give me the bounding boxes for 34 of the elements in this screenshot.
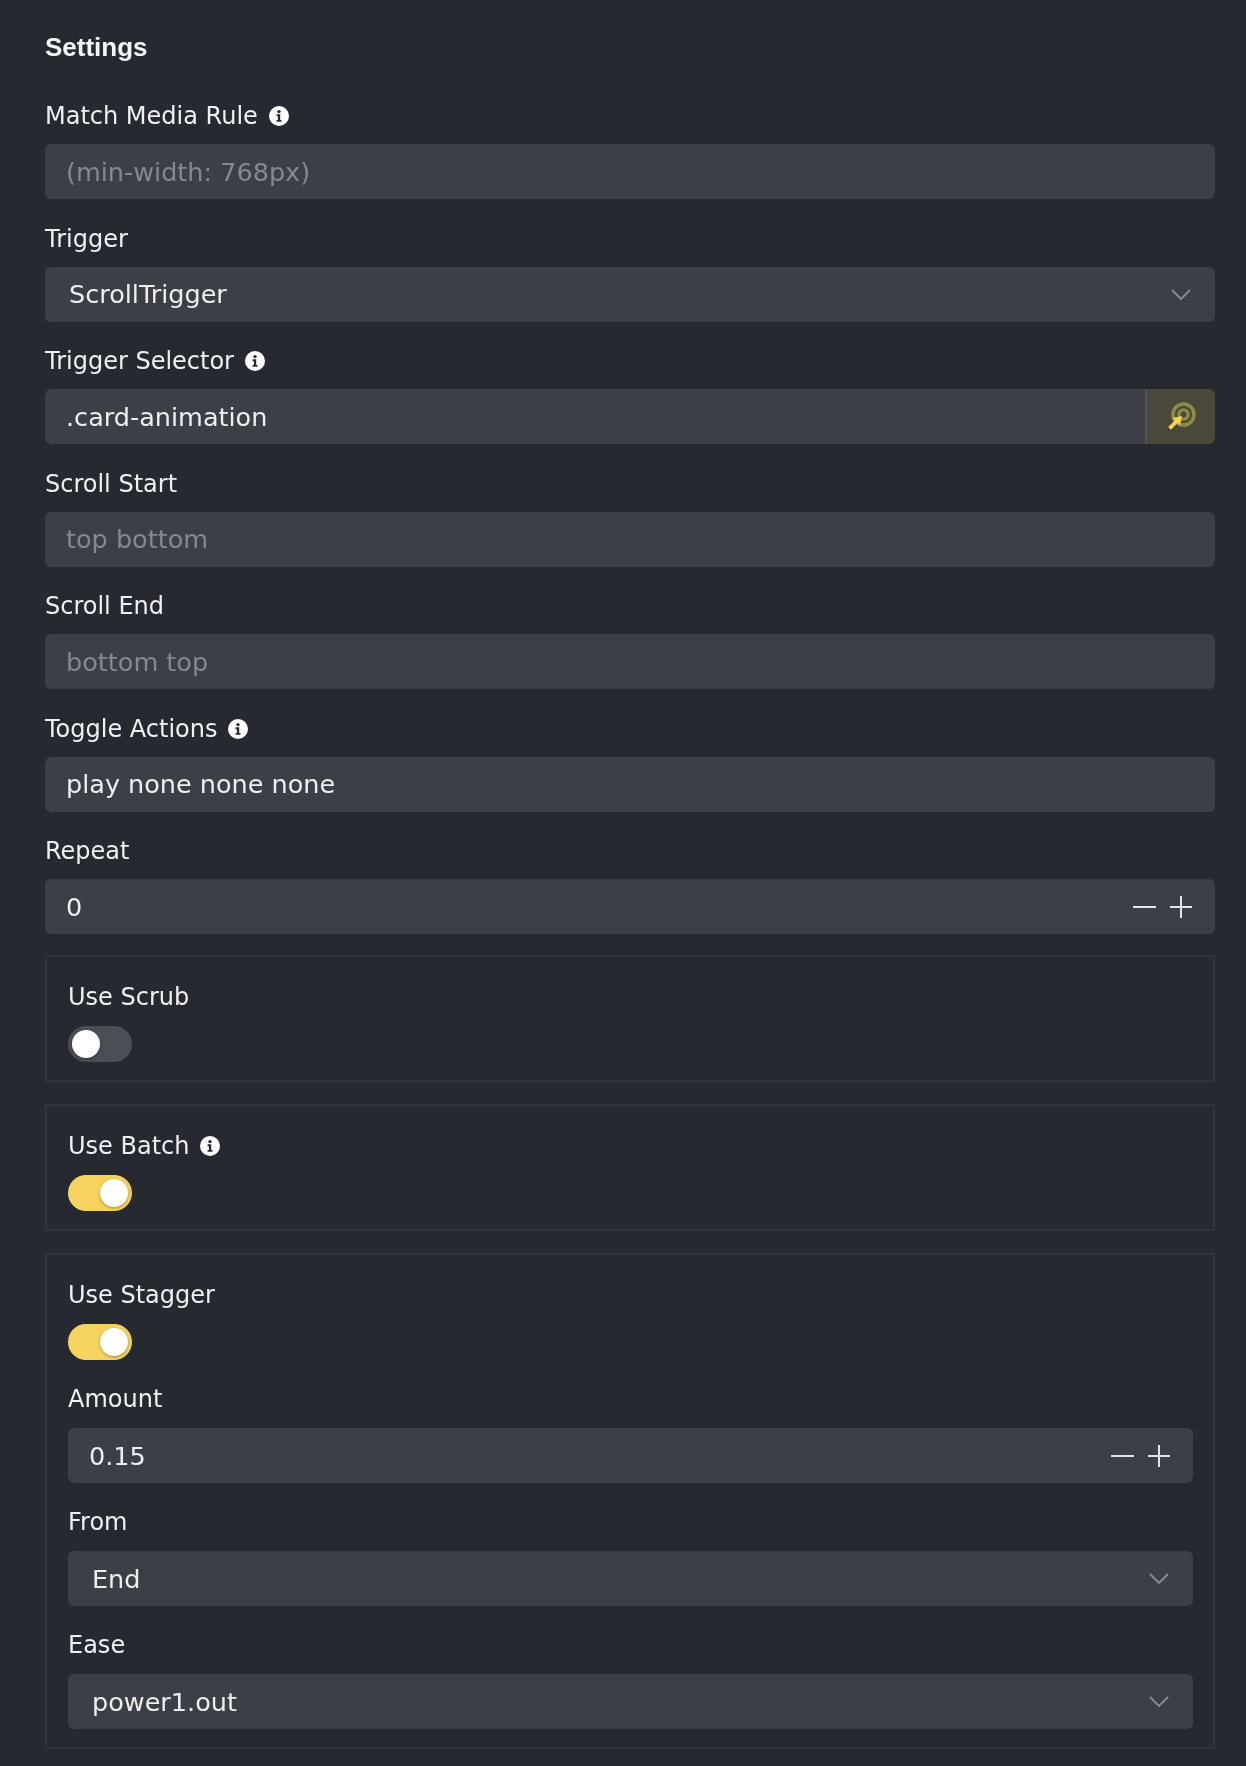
chevron-down-icon	[1149, 1696, 1169, 1707]
field-label: Scroll End	[45, 591, 165, 621]
picker-button[interactable]	[1145, 389, 1215, 444]
field-label: Use Scrub	[68, 982, 190, 1012]
field-label: Toggle Actions	[45, 713, 218, 744]
text-input[interactable]: play none none none	[45, 756, 1215, 812]
field-label: Scroll Start	[45, 468, 178, 499]
toggle-switch[interactable]	[68, 1026, 132, 1062]
field-label: Repeat	[45, 836, 130, 866]
chevron-down-icon	[1149, 1573, 1169, 1584]
field-label: Amount	[68, 1384, 163, 1414]
toggle-switch[interactable]	[68, 1175, 132, 1211]
field-label: Use Batch	[68, 1131, 190, 1161]
panel-title: Settings	[45, 31, 149, 64]
number-input[interactable]: 0	[45, 879, 1215, 934]
toggle-knob	[72, 1030, 100, 1058]
number-input[interactable]: 0.15	[68, 1428, 1193, 1483]
dropdown[interactable]: ScrollTrigger	[45, 266, 1215, 322]
chevron-down-icon	[1171, 288, 1191, 300]
field-label: From	[68, 1507, 128, 1537]
field-label: Ease	[68, 1630, 126, 1660]
field-label: Use Stagger	[68, 1280, 215, 1310]
field-label: Trigger	[45, 223, 128, 254]
plus-icon[interactable]	[1170, 895, 1192, 918]
field-label: Trigger Selector	[45, 346, 234, 376]
toggle-switch[interactable]	[68, 1324, 132, 1360]
toggle-knob	[100, 1328, 128, 1356]
dropdown[interactable]: End	[68, 1551, 1193, 1606]
toggle-knob	[100, 1179, 128, 1207]
dropdown[interactable]: power1.out	[68, 1674, 1193, 1729]
target-icon	[1166, 401, 1196, 432]
field-label: Match Media Rule	[45, 101, 258, 131]
text-input[interactable]: .card-animation	[45, 389, 1145, 444]
plus-icon[interactable]	[1148, 1444, 1170, 1467]
